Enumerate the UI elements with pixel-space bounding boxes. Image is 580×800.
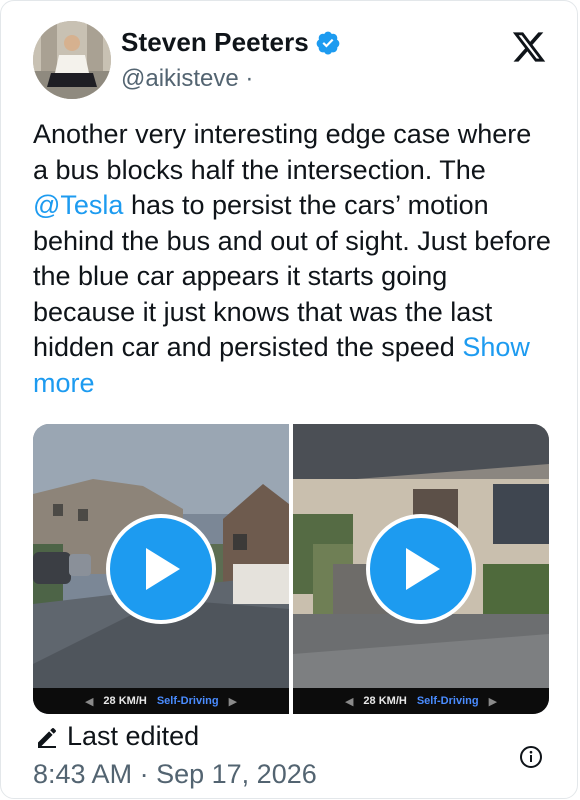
author-handle[interactable]: @aikisteve <box>121 65 239 92</box>
video-clip-1[interactable]: ◀ 28 KM/H Self-Driving ▶ <box>33 424 289 714</box>
turn-right-arrow-icon: ▶ <box>228 695 238 708</box>
video-hud: ◀ 28 KM/H Self-Driving ▶ <box>33 688 289 714</box>
edited-indicator[interactable]: Last edited <box>35 721 199 752</box>
turn-left-arrow-icon: ◀ <box>344 695 354 708</box>
edited-label: Last edited <box>67 721 200 751</box>
driving-mode: Self-Driving <box>416 695 479 707</box>
tweet-date: Sep 17, 2026 <box>156 759 317 789</box>
turn-right-arrow-icon: ▶ <box>488 695 498 708</box>
mention-link[interactable]: @Tesla <box>33 190 123 220</box>
video-clip-2[interactable]: ◀ 28 KM/H Self-Driving ▶ <box>293 424 549 714</box>
play-button[interactable] <box>366 514 476 624</box>
tweet-timestamp[interactable]: 8:43 AM · Sep 17, 2026 <box>33 759 317 790</box>
x-logo-icon[interactable] <box>511 29 547 65</box>
tweet-card: Steven Peeters @aikisteve · Another very… <box>0 0 578 799</box>
handle-separator: · <box>245 65 254 92</box>
play-button[interactable] <box>106 514 216 624</box>
speed-readout: 28 KM/H <box>363 695 407 707</box>
tweet-time: 8:43 AM <box>33 759 133 789</box>
meta-separator: · <box>139 759 149 789</box>
author-handle-row: @aikisteve · <box>121 65 253 93</box>
tweet-text: Another very interesting edge case where… <box>33 117 553 401</box>
play-icon <box>146 548 180 590</box>
avatar[interactable] <box>33 21 111 99</box>
play-icon <box>406 548 440 590</box>
driving-mode: Self-Driving <box>156 695 219 707</box>
author-name[interactable]: Steven Peeters <box>121 27 309 58</box>
avatar-image <box>33 21 111 99</box>
info-icon[interactable] <box>519 745 543 769</box>
tweet-text-part1: Another very interesting edge case where… <box>33 119 532 185</box>
turn-left-arrow-icon: ◀ <box>84 695 94 708</box>
speed-readout: 28 KM/H <box>103 695 147 707</box>
author-name-row: Steven Peeters <box>121 27 341 58</box>
verified-badge-icon <box>316 31 340 54</box>
media-grid: ◀ 28 KM/H Self-Driving ▶ ◀ 28 KM/H Self-… <box>33 424 549 714</box>
pencil-icon <box>38 727 56 748</box>
video-hud: ◀ 28 KM/H Self-Driving ▶ <box>293 688 549 714</box>
tweet-header: Steven Peeters @aikisteve · <box>33 21 557 103</box>
